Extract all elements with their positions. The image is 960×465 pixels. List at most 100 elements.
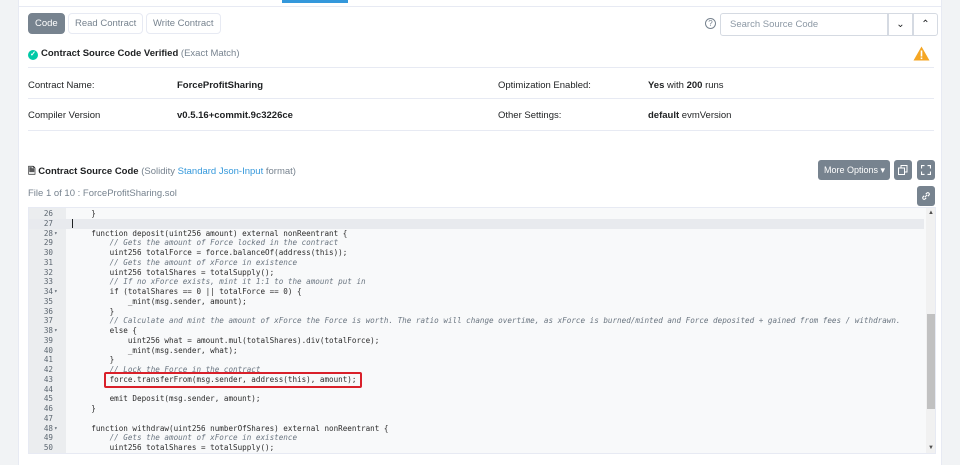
fold-toggle-icon[interactable]: ▾ — [54, 326, 58, 336]
copy-button[interactable] — [894, 160, 912, 180]
code-text: uint256 totalForce = force.balanceOf(add… — [73, 248, 348, 257]
code-text: // If no xForce exists, mint it 1:1 to t… — [73, 277, 366, 287]
standard-json-link[interactable]: Standard Json-Input — [178, 166, 264, 177]
tab-read-contract[interactable]: Read Contract — [68, 13, 144, 34]
contract-card: Code Read Contract Write Contract ? ⌄ ⌃ … — [18, 0, 942, 465]
verified-heading: ✓ Contract Source Code Verified (Exact Ma… — [28, 48, 240, 60]
line-number: 38 — [43, 326, 53, 335]
code-line: 47 — [29, 414, 924, 424]
file-info: File 1 of 10 : ForceProfitSharing.sol — [28, 188, 177, 199]
optimization-runs: 200 — [686, 80, 703, 91]
code-line: 31 // Gets the amount of xForce in exist… — [29, 258, 924, 268]
line-number: 36 — [43, 306, 53, 316]
code-line: 45 emit Deposit(msg.sender, amount); — [29, 394, 924, 404]
line-number: 49 — [43, 433, 53, 443]
line-number: 39 — [43, 335, 53, 345]
source-format-text: format) — [265, 166, 296, 177]
divider — [28, 130, 934, 131]
scroll-down-icon[interactable]: ▼ — [928, 445, 934, 451]
code-text: uint256 what = amount.mul(totalShares).d… — [73, 335, 380, 345]
fullscreen-icon — [920, 164, 932, 176]
scroll-up-icon[interactable]: ▲ — [928, 210, 934, 216]
line-number: 27 — [43, 218, 53, 228]
code-text: else { — [73, 326, 138, 335]
text-cursor — [72, 219, 73, 229]
more-options-button[interactable]: More Options ▾ — [818, 160, 890, 180]
code-line: 28 ▾ function deposit(uint256 amount) ext… — [29, 229, 924, 239]
link-icon — [922, 192, 930, 200]
line-number: 37 — [43, 316, 53, 326]
other-settings-evm: evmVersion — [681, 110, 732, 121]
chevron-down-icon: ⌄ — [896, 19, 905, 30]
other-settings-value: default evmVersion — [648, 110, 731, 121]
chevron-down-button[interactable]: ⌄ — [888, 13, 913, 36]
line-number: 26 — [43, 209, 53, 218]
file-icon: 🗎 — [28, 166, 36, 177]
source-code-title: 🗎 Contract Source Code (Solidity Standar… — [28, 164, 296, 180]
line-number: 50 — [43, 443, 53, 452]
code-text: } — [73, 355, 115, 365]
other-settings-label: Other Settings: — [498, 110, 562, 121]
code-text: // Calculate and mint the amount of xFor… — [73, 316, 901, 326]
line-number: 31 — [43, 257, 53, 267]
code-text: // Gets the amount of Force locked in th… — [73, 238, 339, 248]
contract-name-value: ForceProfitSharing — [177, 80, 264, 91]
contract-name-label: Contract Name: — [28, 80, 95, 91]
editor-scrollbar[interactable]: ▲ ▼ — [926, 208, 935, 453]
line-number: 35 — [43, 296, 53, 306]
link-button[interactable] — [917, 186, 935, 206]
scrollbar-thumb[interactable] — [927, 314, 935, 409]
help-icon[interactable]: ? — [705, 18, 716, 29]
code-line: 41 } — [29, 355, 924, 365]
compiler-value: v0.5.16+commit.9c3226ce — [177, 110, 293, 121]
code-line: 26 } — [29, 209, 924, 219]
optimization-yes: Yes — [648, 80, 665, 91]
optimization-value: Yes with 200 runs — [648, 80, 724, 91]
optimization-with: with — [667, 80, 684, 91]
highlight-box — [104, 372, 362, 388]
line-number: 29 — [43, 238, 53, 248]
line-number: 30 — [43, 248, 53, 257]
source-lang-text: (Solidity — [141, 166, 176, 177]
line-number: 48 — [43, 423, 53, 433]
line-number: 41 — [43, 355, 53, 365]
fold-toggle-icon[interactable]: ▾ — [54, 229, 58, 239]
code-text: // Gets the amount of xForce in existenc… — [73, 433, 298, 443]
check-circle-icon: ✓ — [28, 50, 38, 60]
other-settings-default: default — [648, 110, 680, 121]
code-text: function withdraw(uint256 numberOfShares… — [73, 423, 389, 433]
copy-icon — [898, 165, 908, 175]
line-number: 28 — [43, 228, 53, 238]
code-text: if (totalShares == 0 || totalForce == 0)… — [73, 287, 302, 296]
code-line: 33 // If no xForce exists, mint it 1:1 t… — [29, 277, 924, 287]
code-line: 49 // Gets the amount of xForce in exist… — [29, 433, 924, 443]
line-number: 34 — [43, 287, 53, 296]
source-title-text: Contract Source Code — [38, 166, 139, 177]
fold-toggle-icon[interactable]: ▾ — [54, 424, 58, 434]
code-line: 37 // Calculate and mint the amount of x… — [29, 316, 924, 326]
chevron-up-icon: ⌃ — [921, 19, 930, 30]
tab-code[interactable]: Code — [28, 13, 65, 34]
code-line: 36 } — [29, 307, 924, 317]
code-text: } — [73, 209, 96, 218]
code-line: 50 uint256 totalShares = totalSupply(); — [29, 443, 924, 453]
code-line: 34 ▾ if (totalShares == 0 || totalForce =… — [29, 287, 924, 297]
chevron-up-button[interactable]: ⌃ — [913, 13, 938, 36]
code-line: 35 _mint(msg.sender, amount); — [29, 297, 924, 307]
fold-toggle-icon[interactable]: ▾ — [54, 287, 58, 297]
divider — [28, 98, 934, 99]
tab-write-contract[interactable]: Write Contract — [146, 13, 221, 34]
code-editor[interactable]: 26 } 27 28 ▾ function deposit(uint256 amoun… — [28, 207, 936, 454]
line-number: 43 — [43, 374, 53, 384]
code-line: 38 ▾ else { — [29, 326, 924, 336]
code-text: } — [73, 404, 96, 413]
warning-icon[interactable] — [913, 46, 930, 61]
search-source-input[interactable] — [720, 13, 888, 36]
code-line: 40 _mint(msg.sender, what); — [29, 346, 924, 356]
code-text: } — [73, 306, 115, 316]
code-line: 30 uint256 totalForce = force.balanceOf(… — [29, 248, 924, 258]
line-number: 33 — [43, 277, 53, 287]
code-text: function deposit(uint256 amount) externa… — [73, 228, 348, 238]
code-text: _mint(msg.sender, what); — [73, 345, 238, 355]
fullscreen-button[interactable] — [917, 160, 935, 180]
